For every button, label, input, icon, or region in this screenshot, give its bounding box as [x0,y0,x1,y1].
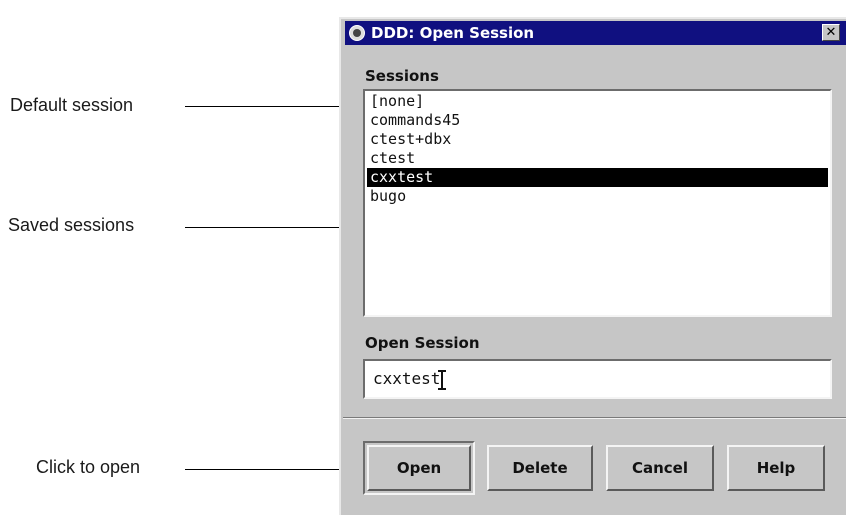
session-item-ctest[interactable]: ctest [367,149,828,168]
title-bar[interactable]: DDD: Open Session ✕ [345,21,846,45]
session-item-commands45[interactable]: commands45 [367,111,828,130]
close-icon[interactable]: ✕ [822,24,840,41]
open-session-dialog: DDD: Open Session ✕ Sessions [none] comm… [339,17,846,515]
dialog-title: DDD: Open Session [371,24,535,42]
open-session-value: cxxtest [373,369,441,388]
session-item-none[interactable]: [none] [367,92,828,111]
open-session-input[interactable]: cxxtest [363,359,832,399]
session-item-bugo[interactable]: bugo [367,187,828,206]
delete-button[interactable]: Delete [487,445,593,491]
sessions-label: Sessions [365,67,439,85]
sessions-list[interactable]: [none] commands45 ctest+dbx ctest cxxtes… [363,89,832,317]
default-session-annotation: Default session [10,95,134,115]
ddd-app-icon [349,25,365,41]
click-to-open-annotation: Click to open [36,457,141,477]
button-separator [343,417,846,419]
session-item-cxxtest[interactable]: cxxtest [367,168,828,187]
saved-sessions-annotation: Saved sessions [8,215,135,235]
text-cursor [438,369,447,390]
open-button[interactable]: Open [367,445,471,491]
cancel-button[interactable]: Cancel [606,445,714,491]
open-session-label: Open Session [365,334,480,352]
help-button[interactable]: Help [727,445,825,491]
session-item-ctest-dbx[interactable]: ctest+dbx [367,130,828,149]
